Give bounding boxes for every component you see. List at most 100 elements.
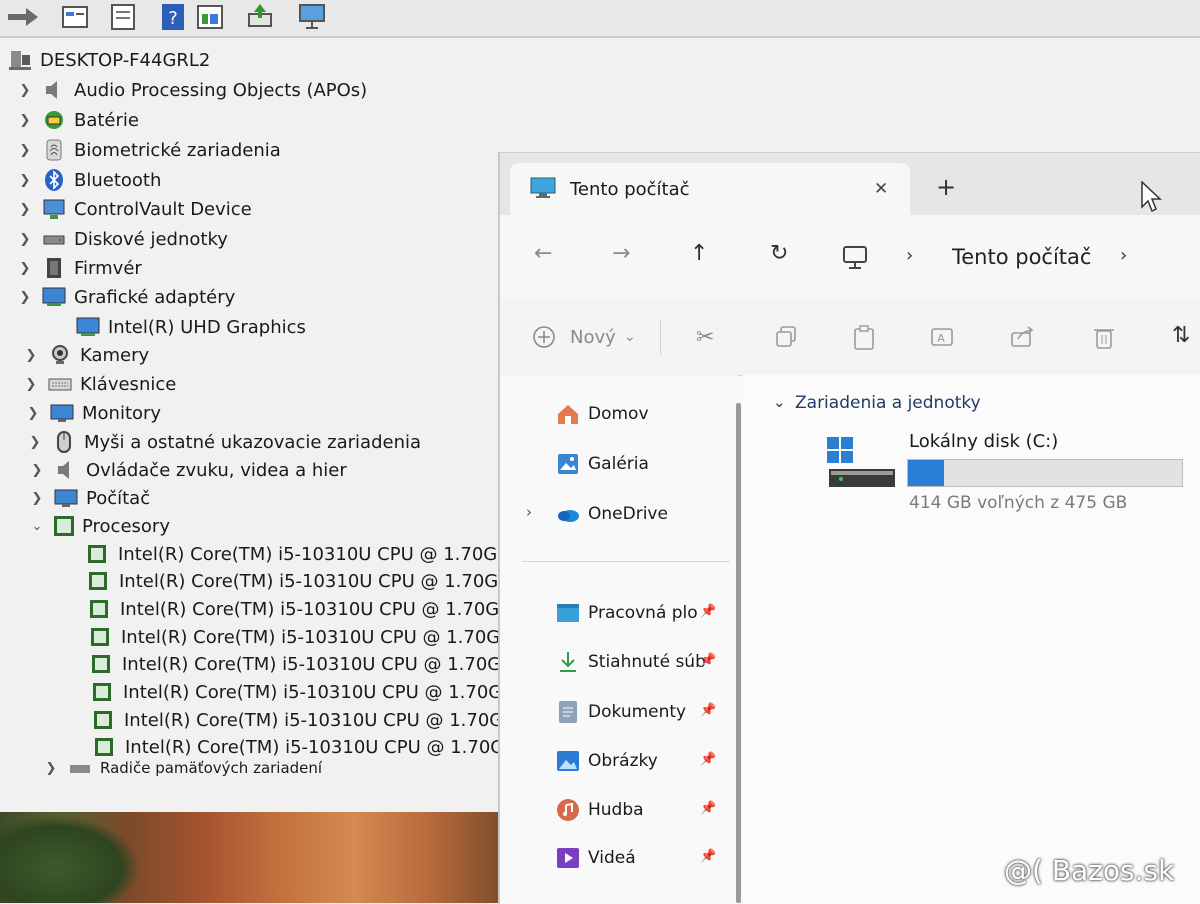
- tree-item-batteries[interactable]: ❯ Batérie: [18, 106, 139, 134]
- plus-circle-icon[interactable]: [532, 325, 556, 349]
- chevron-right-icon[interactable]: ❯: [18, 232, 32, 247]
- chevron-right-icon[interactable]: ❯: [24, 348, 38, 363]
- tree-item-cpu[interactable]: Intel(R) Core(TM) i5-10310U CPU @ 1.70GH…: [90, 595, 522, 623]
- help-icon[interactable]: ?: [158, 2, 188, 30]
- this-pc-icon[interactable]: [840, 245, 870, 271]
- tree-item-graphics-device[interactable]: Intel(R) UHD Graphics: [76, 313, 306, 341]
- tree-item-apos[interactable]: ❯ Audio Processing Objects (APOs): [18, 76, 368, 104]
- chevron-down-icon[interactable]: ❯: [18, 290, 32, 305]
- chevron-right-icon[interactable]: ❯: [44, 761, 58, 776]
- new-tab-button[interactable]: +: [936, 173, 956, 201]
- tree-item-keyboards[interactable]: ❯ Klávesnice: [24, 370, 177, 398]
- nav-item-home[interactable]: Domov: [556, 399, 649, 429]
- quick-access-desktop[interactable]: Pracovná plo: [556, 598, 698, 628]
- disk-drive-icon: [42, 228, 66, 250]
- chevron-right-icon[interactable]: ❯: [18, 113, 32, 128]
- chevron-down-icon[interactable]: ⌄: [624, 329, 636, 345]
- chevron-right-icon[interactable]: ›: [526, 503, 532, 521]
- close-tab-button[interactable]: ✕: [874, 179, 888, 199]
- forward-arrow-icon[interactable]: →: [612, 241, 630, 266]
- quick-access-documents[interactable]: Dokumenty: [556, 697, 686, 727]
- svg-text:A: A: [937, 332, 945, 345]
- driver-update-icon[interactable]: [108, 2, 138, 30]
- refresh-icon[interactable]: ↻: [770, 241, 788, 266]
- tree-item-cpu[interactable]: Intel(R) Core(TM) i5-10310U CPU @ 1.70GH…: [92, 650, 524, 678]
- breadcrumb-this-pc[interactable]: Tento počítač: [952, 245, 1091, 269]
- tree-item-mice[interactable]: ❯ Myši a ostatné ukazovacie zariadenia: [28, 428, 421, 456]
- tree-item-sound[interactable]: ❯ Ovládače zvuku, videa a hier: [30, 456, 347, 484]
- quick-access-pictures[interactable]: Obrázky: [556, 746, 658, 776]
- view-resources-icon[interactable]: [195, 2, 225, 30]
- forward-arrow-icon[interactable]: [0, 2, 38, 30]
- chevron-right-icon[interactable]: ❯: [28, 435, 42, 450]
- processor-icon: [94, 711, 112, 729]
- chevron-down-icon[interactable]: ⌄: [773, 393, 786, 411]
- tree-item-bluetooth[interactable]: ❯ Bluetooth: [18, 166, 161, 194]
- copy-icon[interactable]: [774, 325, 798, 349]
- chevron-right-icon[interactable]: ›: [906, 245, 913, 266]
- up-arrow-icon[interactable]: ↑: [690, 241, 708, 266]
- tab-this-pc[interactable]: Tento počítač ✕: [510, 163, 910, 215]
- nav-item-onedrive[interactable]: OneDrive: [556, 499, 668, 529]
- tree-item-label: ControlVault Device: [74, 198, 252, 220]
- scan-hardware-icon[interactable]: [245, 2, 275, 30]
- navigation-scrollbar[interactable]: [736, 403, 741, 903]
- tree-root-computer[interactable]: DESKTOP-F44GRL2: [8, 46, 210, 74]
- tree-item-cpu[interactable]: Intel(R) Core(TM) i5-10310U CPU @ 1.70GH…: [93, 678, 525, 706]
- section-title[interactable]: Zariadenia a jednotky: [795, 393, 981, 413]
- quick-access-music[interactable]: Hudba: [556, 795, 644, 825]
- chevron-right-icon[interactable]: ›: [1120, 245, 1127, 266]
- tree-item-cpu[interactable]: Intel(R) Core(TM) i5-10310U CPU @ 1.70GH…: [94, 706, 526, 734]
- chevron-right-icon[interactable]: ❯: [18, 143, 32, 158]
- tree-item-cpu[interactable]: Intel(R) Core(TM) i5-10310U CPU @ 1.70GH…: [89, 567, 521, 595]
- chevron-down-icon[interactable]: ⌄: [30, 519, 44, 534]
- rename-icon[interactable]: A: [930, 325, 956, 349]
- computer-icon: [8, 49, 32, 71]
- tree-item-display-adapters[interactable]: ❯ Grafické adaptéry: [18, 283, 236, 311]
- nav-item-gallery[interactable]: Galéria: [556, 449, 649, 479]
- tree-item-label: Intel(R) Core(TM) i5-10310U CPU @ 1.70GH…: [118, 543, 521, 565]
- pin-icon[interactable]: 📌: [700, 703, 716, 718]
- tree-item-storage-controllers[interactable]: ❯ Radiče pamäťových zariadení: [44, 760, 323, 776]
- chevron-right-icon[interactable]: ❯: [18, 173, 32, 188]
- tree-item-monitors[interactable]: ❯ Monitory: [26, 399, 162, 427]
- tree-item-cameras[interactable]: ❯ Kamery: [24, 341, 150, 369]
- tree-item-cpu[interactable]: Intel(R) Core(TM) i5-10310U CPU @ 1.70GH…: [91, 623, 523, 651]
- chevron-right-icon[interactable]: ❯: [30, 463, 44, 478]
- drive-item-c[interactable]: Lokálny disk (C:) 414 GB voľných z 475 G…: [823, 431, 1200, 521]
- new-button[interactable]: Nový: [570, 327, 616, 348]
- chevron-right-icon[interactable]: ❯: [24, 377, 38, 392]
- sort-icon[interactable]: ⇅: [1172, 323, 1190, 348]
- back-arrow-icon[interactable]: ←: [534, 241, 552, 266]
- pin-icon[interactable]: 📌: [700, 801, 716, 816]
- quick-access-downloads[interactable]: Stiahnuté súb: [556, 647, 706, 677]
- tree-item-computer[interactable]: ❯ Počítač: [30, 484, 151, 512]
- chevron-right-icon[interactable]: ❯: [26, 406, 40, 421]
- pin-icon[interactable]: 📌: [700, 604, 716, 619]
- tree-item-biometrics[interactable]: ❯ Biometrické zariadenia: [18, 136, 281, 164]
- tree-item-processors[interactable]: ⌄ Procesory: [30, 512, 170, 540]
- tree-item-firmware[interactable]: ❯ Firmvér: [18, 254, 142, 282]
- paste-icon[interactable]: [852, 325, 876, 351]
- nav-item-label: Hudba: [588, 800, 644, 820]
- quick-access-videos[interactable]: Videá: [556, 843, 636, 873]
- pin-icon[interactable]: 📌: [700, 752, 716, 767]
- tree-item-controlvault[interactable]: ❯ ControlVault Device: [18, 195, 252, 223]
- chevron-right-icon[interactable]: ❯: [18, 83, 32, 98]
- delete-icon[interactable]: [1092, 325, 1116, 351]
- tree-item-cpu[interactable]: Intel(R) Core(TM) i5-10310U CPU @ 1.70GH…: [95, 733, 527, 761]
- chevron-right-icon[interactable]: ❯: [18, 202, 32, 217]
- cut-icon[interactable]: ✂: [696, 325, 714, 350]
- pin-icon[interactable]: 📌: [700, 849, 716, 864]
- chevron-right-icon[interactable]: ❯: [18, 261, 32, 276]
- share-icon[interactable]: [1010, 325, 1036, 349]
- chevron-right-icon[interactable]: ❯: [30, 491, 44, 506]
- processor-icon: [54, 516, 74, 536]
- monitor-add-icon[interactable]: [296, 2, 326, 30]
- tree-item-cpu[interactable]: Intel(R) Core(TM) i5-10310U CPU @ 1.70GH…: [88, 540, 520, 568]
- properties-icon[interactable]: [60, 2, 90, 30]
- monitor-icon: [54, 487, 78, 509]
- pin-icon[interactable]: 📌: [700, 653, 716, 668]
- tree-item-disk-drives[interactable]: ❯ Diskové jednotky: [18, 225, 228, 253]
- drive-free-space: 414 GB voľných z 475 GB: [909, 493, 1128, 513]
